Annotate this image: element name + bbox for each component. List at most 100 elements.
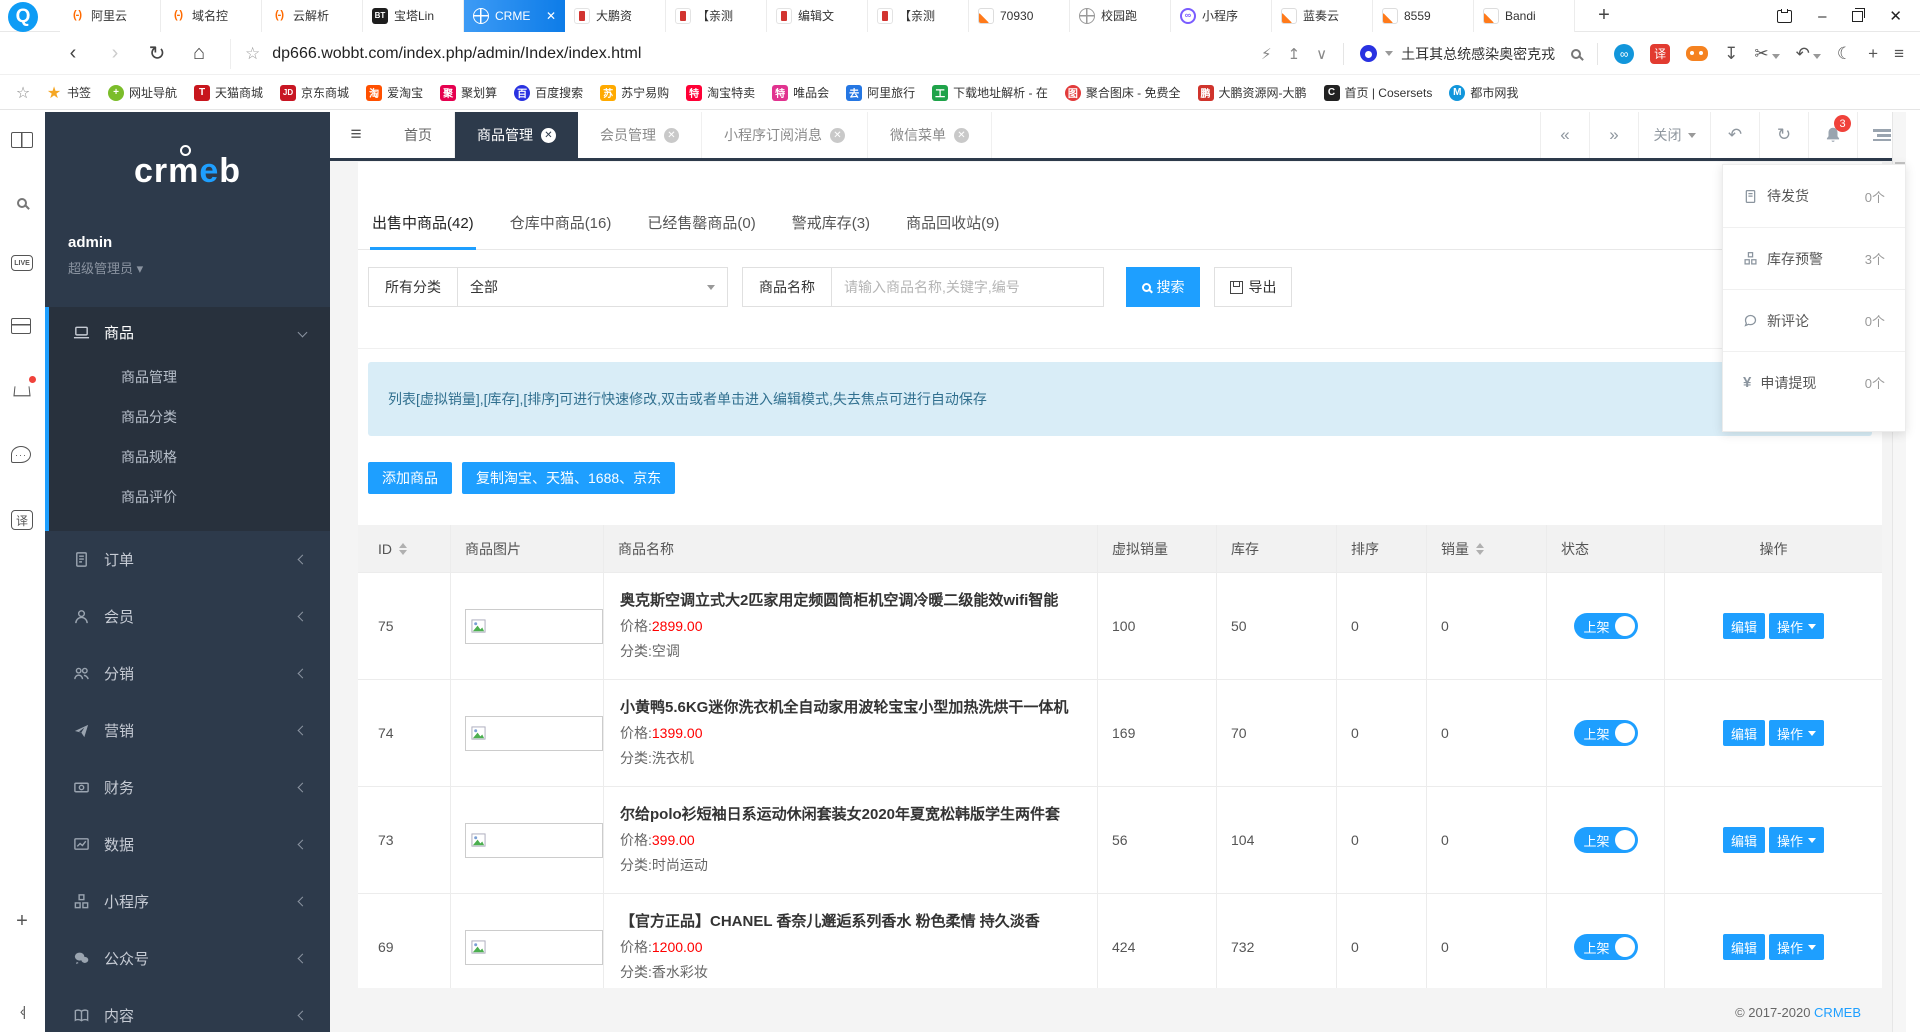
cell-virtual-sales[interactable]: 100 xyxy=(1097,573,1216,679)
browser-tab[interactable]: (-)云解析 xyxy=(262,0,363,32)
sidebar-item-product-category[interactable]: 商品分类 xyxy=(49,397,330,437)
bookmark-item[interactable]: ★书签 xyxy=(46,84,91,101)
status-toggle[interactable]: 上架 xyxy=(1574,827,1638,853)
sidebar-item-product-review[interactable]: 商品评价 xyxy=(49,477,330,517)
plus-icon[interactable]: + xyxy=(1868,44,1878,64)
panel-item-new-comments[interactable]: 新评论 0个 xyxy=(1723,289,1905,351)
add-product-button[interactable]: 添加商品 xyxy=(368,462,452,494)
bookmark-item[interactable]: 特淘宝特卖 xyxy=(686,84,755,101)
admin-username[interactable]: admin xyxy=(68,234,112,251)
search-hint[interactable]: 土耳其总统感染奥密克戎 xyxy=(1401,44,1555,64)
cell-name[interactable]: 奥克斯空调立式大2匹家用定频圆筒柜机空调冷暖二级能效wifi智能 价格:2899… xyxy=(603,573,1097,679)
tab-warehouse[interactable]: 仓库中商品(16) xyxy=(508,195,614,250)
panel-item-stock-alert[interactable]: 库存预警 3个 xyxy=(1723,227,1905,289)
menu-icon[interactable]: ≡ xyxy=(1894,44,1904,64)
browser-tab[interactable]: ∞小程序 xyxy=(1171,0,1272,32)
close-icon[interactable]: ✕ xyxy=(954,128,969,143)
browser-tab[interactable]: 大鹏资 xyxy=(565,0,666,32)
close-button[interactable]: ✕ xyxy=(1889,7,1902,25)
sidebar-item-finance[interactable]: 财务 xyxy=(45,759,330,816)
sidebar-item-data[interactable]: 数据 xyxy=(45,816,330,873)
cell-virtual-sales[interactable]: 169 xyxy=(1097,680,1216,786)
browser-tab[interactable]: 校园跑 xyxy=(1070,0,1171,32)
tab-product-manage[interactable]: 商品管理✕ xyxy=(455,112,578,158)
bookmark-item[interactable]: 百百度搜索 xyxy=(514,84,583,101)
download-icon[interactable]: ↧ xyxy=(1724,44,1738,64)
action-dropdown-button[interactable]: 操作 xyxy=(1769,934,1824,960)
resources-icon[interactable] xyxy=(11,318,31,334)
close-menu-button[interactable]: 关闭 xyxy=(1638,112,1710,158)
search-button[interactable]: 搜索 xyxy=(1126,267,1200,307)
product-image-placeholder[interactable] xyxy=(465,930,603,965)
bookmark-item[interactable]: 图聚合图床 - 免费全 xyxy=(1065,84,1181,101)
tab-soldout[interactable]: 已经售罄商品(0) xyxy=(645,195,757,250)
bookmark-item[interactable]: 鹏大鹏资源网-大鹏 xyxy=(1198,84,1307,101)
cell-stock[interactable]: 732 xyxy=(1216,894,1336,988)
home-button[interactable]: ⌂ xyxy=(178,42,220,65)
cell-sort[interactable]: 0 xyxy=(1336,680,1426,786)
back-button[interactable]: ‹ xyxy=(52,42,94,65)
sidebar-item-official-account[interactable]: 公众号 xyxy=(45,930,330,987)
restore-button[interactable] xyxy=(1852,11,1863,22)
sidebar-item-product[interactable]: 商品 xyxy=(49,307,330,357)
translate-tool-icon[interactable]: 译 xyxy=(1650,44,1670,64)
refresh-button[interactable]: ↻ xyxy=(1759,112,1808,158)
browser-logo-icon[interactable]: Q xyxy=(8,2,38,32)
new-tab-button[interactable]: + xyxy=(1589,4,1619,27)
tab-stock-alert[interactable]: 警戒库存(3) xyxy=(790,195,872,250)
chat-icon[interactable]: ··· xyxy=(11,446,31,463)
sidebar-item-marketing[interactable]: 营销 xyxy=(45,702,330,759)
bookmark-item[interactable]: C首页 | Cosersets xyxy=(1324,84,1433,101)
tab-close-icon[interactable]: ✕ xyxy=(546,9,556,23)
tab-member-manage[interactable]: 会员管理✕ xyxy=(578,112,702,158)
notification-bell-button[interactable]: 3 xyxy=(1808,112,1857,158)
sidebar-item-product-manage[interactable]: 商品管理 xyxy=(49,357,330,397)
back-button[interactable]: ↶ xyxy=(1710,112,1759,158)
cell-name[interactable]: 尔给polo衫短袖日系运动休闲套装女2020年夏宽松韩版学生两件套 价格:399… xyxy=(603,787,1097,893)
reading-icon[interactable] xyxy=(11,132,33,148)
tab-wechat-menu[interactable]: 微信菜单✕ xyxy=(868,112,992,158)
col-sales[interactable]: 销量 xyxy=(1426,525,1546,572)
action-dropdown-button[interactable]: 操作 xyxy=(1769,827,1824,853)
collect-tool-icon[interactable]: ∞ xyxy=(1614,44,1634,64)
cell-image[interactable] xyxy=(450,787,603,893)
tab-home[interactable]: 首页 xyxy=(382,112,455,158)
browser-tab[interactable]: 蓝奏云 xyxy=(1272,0,1373,32)
product-image-placeholder[interactable] xyxy=(465,609,603,644)
bookmark-item[interactable]: T天猫商城 xyxy=(194,84,263,101)
bookmark-item[interactable]: JD京东商城 xyxy=(280,84,349,101)
cell-image[interactable] xyxy=(450,894,603,988)
sort-icon[interactable] xyxy=(1476,543,1484,555)
baidu-search-chip[interactable]: 土耳其总统感染奥密克戎 xyxy=(1360,44,1555,64)
scroll-left-button[interactable]: « xyxy=(1540,112,1589,158)
undo-icon[interactable]: ↶ xyxy=(1796,44,1821,64)
category-select[interactable]: 全部 xyxy=(458,268,727,306)
product-name-input[interactable] xyxy=(832,268,1056,306)
cell-stock[interactable]: 70 xyxy=(1216,680,1336,786)
night-mode-icon[interactable]: ☾ xyxy=(1837,44,1852,64)
crmeb-link[interactable]: CRMEB xyxy=(1814,1005,1861,1020)
cell-sort[interactable]: 0 xyxy=(1336,894,1426,988)
browser-tab[interactable]: (-)域名控 xyxy=(161,0,262,32)
panel-item-pending-shipment[interactable]: 待发货 0个 xyxy=(1723,165,1905,227)
url-text[interactable]: dp666.wobbt.com/index.php/admin/Index/in… xyxy=(272,45,641,63)
close-icon[interactable]: ✕ xyxy=(830,128,845,143)
sidebar-item-members[interactable]: 会员 xyxy=(45,588,330,645)
browser-tab[interactable]: 8559 xyxy=(1373,0,1474,32)
browser-tab[interactable]: 70930 xyxy=(969,0,1070,32)
product-name[interactable]: 【官方正品】CHANEL 香奈儿邂逅系列香水 粉色柔情 持久淡香 xyxy=(620,912,1040,932)
status-toggle[interactable]: 上架 xyxy=(1574,720,1638,746)
translate-icon[interactable]: 译 xyxy=(11,510,33,530)
panel-item-withdrawal[interactable]: ¥ 申请提现 0个 xyxy=(1723,351,1905,413)
product-image-placeholder[interactable] xyxy=(465,823,603,858)
close-icon[interactable]: ✕ xyxy=(541,128,556,143)
share-icon[interactable]: ↥ xyxy=(1288,45,1301,63)
cell-name[interactable]: 【官方正品】CHANEL 香奈儿邂逅系列香水 粉色柔情 持久淡香 价格:1200… xyxy=(603,894,1097,988)
bookmark-item[interactable]: 淘爱淘宝 xyxy=(366,84,423,101)
browser-tab[interactable]: (-)阿里云 xyxy=(60,0,161,32)
sidebar-item-miniprogram[interactable]: 小程序 xyxy=(45,873,330,930)
bookmark-item[interactable]: 特唯品会 xyxy=(772,84,829,101)
browser-tab[interactable]: 【亲测 xyxy=(868,0,969,32)
minimize-button[interactable]: – xyxy=(1818,8,1826,25)
cell-sort[interactable]: 0 xyxy=(1336,573,1426,679)
